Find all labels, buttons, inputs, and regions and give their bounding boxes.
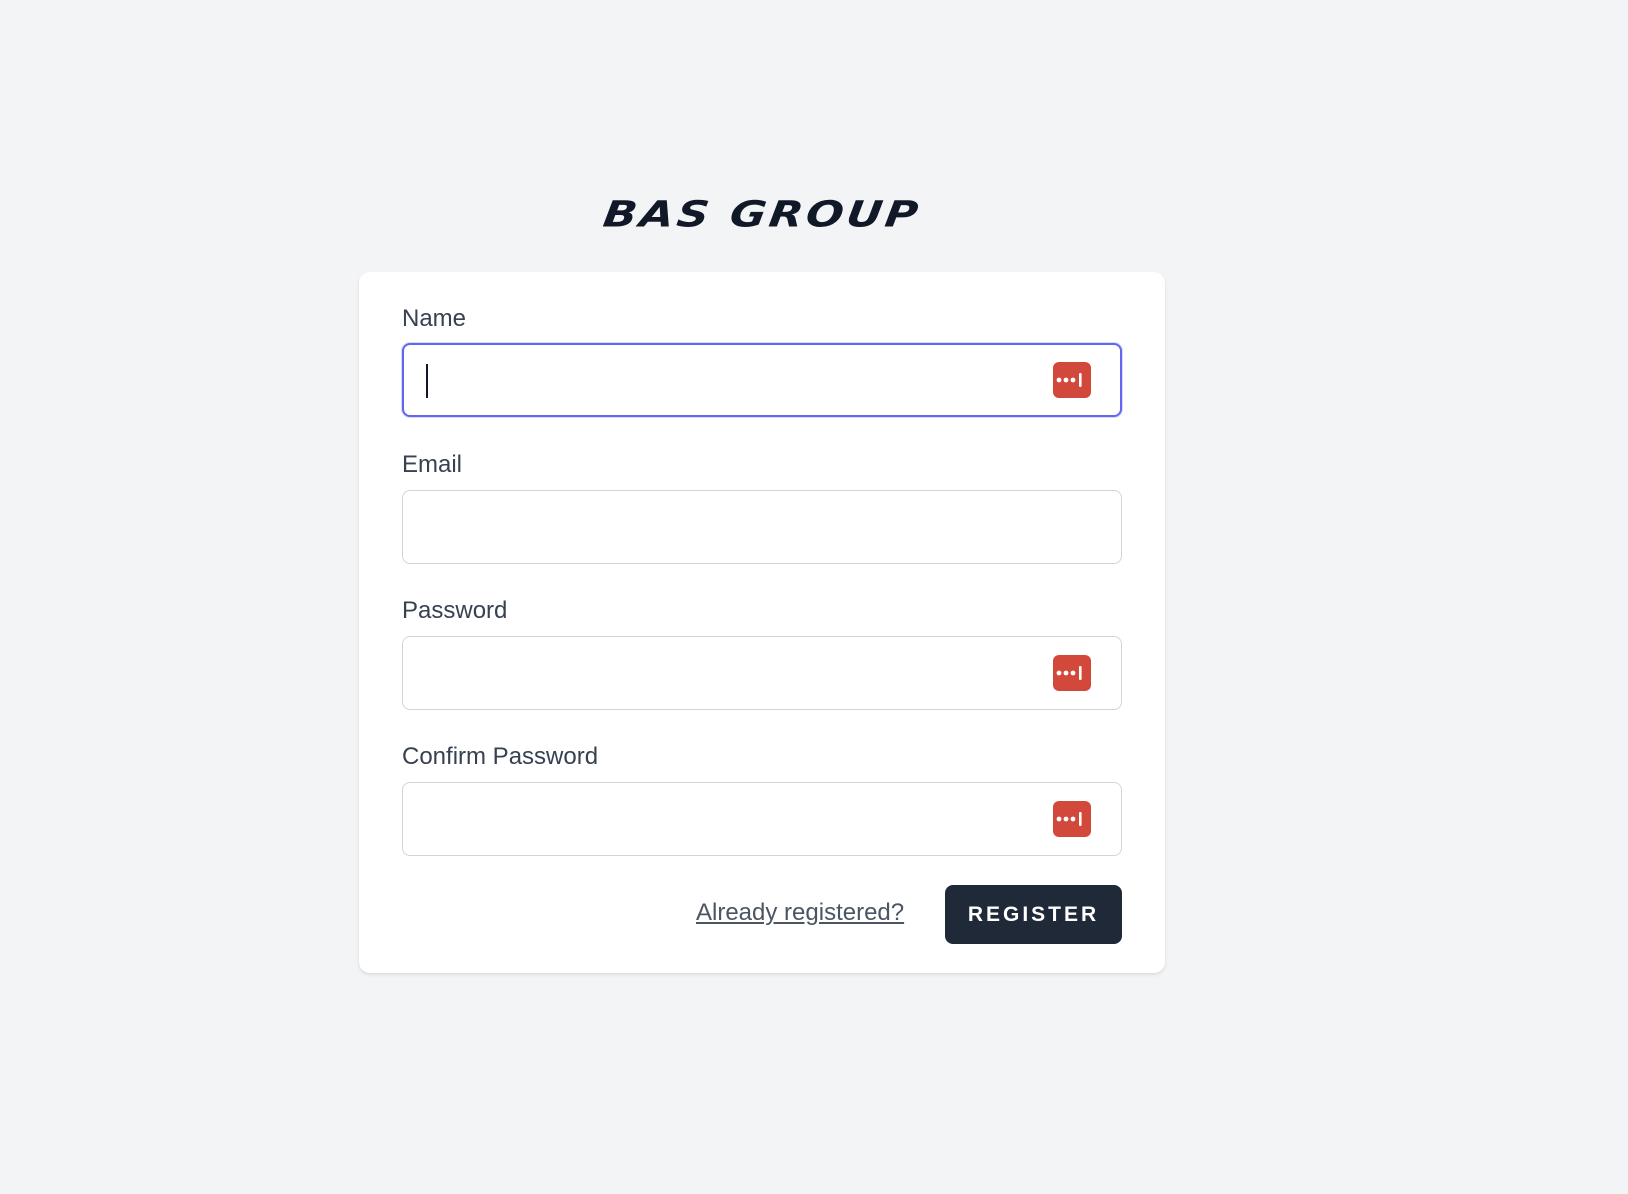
register-card: Name Email Password Confirm Password Alr… <box>359 272 1165 973</box>
confirm-password-input[interactable] <box>402 782 1122 856</box>
register-button[interactable]: REGISTER <box>945 885 1122 944</box>
password-label: Password <box>402 597 508 624</box>
text-caret <box>426 364 428 398</box>
password-manager-icon[interactable] <box>1053 801 1091 837</box>
password-manager-icon[interactable] <box>1053 655 1091 691</box>
already-registered-link[interactable]: Already registered? <box>696 898 904 928</box>
name-input[interactable] <box>402 343 1122 417</box>
name-label: Name <box>402 305 467 332</box>
email-label: Email <box>402 451 463 478</box>
confirm-password-label: Confirm Password <box>402 743 599 770</box>
password-manager-icon[interactable] <box>1053 362 1091 398</box>
password-input[interactable] <box>402 636 1122 710</box>
email-input[interactable] <box>402 490 1122 564</box>
brand-logo: BAS GROUP <box>600 193 924 236</box>
